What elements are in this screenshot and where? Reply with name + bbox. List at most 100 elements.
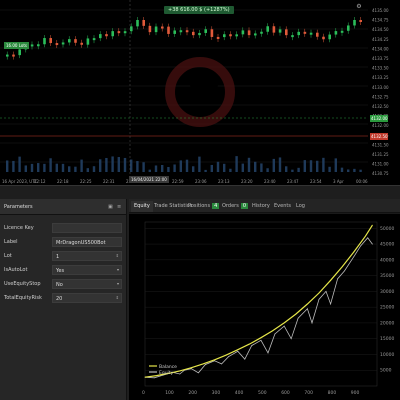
y-tick-label: 25000 (380, 305, 394, 311)
tab-history[interactable]: History (249, 201, 273, 212)
x-tick-label: 600 (281, 390, 290, 396)
data-point-balance (225, 354, 227, 356)
volume-bar (86, 168, 89, 172)
candle (241, 30, 245, 35)
data-point-balance (307, 303, 308, 305)
volume-bar (167, 166, 170, 172)
candle (353, 20, 356, 26)
data-point-equity (290, 338, 292, 340)
tab-log[interactable]: Log (293, 201, 308, 212)
price-chart-canvas[interactable]: 4135.00 4134.75 4134.50 4134.25 4134.00 4133.… (0, 0, 400, 186)
candle (130, 26, 133, 32)
candle (223, 34, 226, 38)
candle (235, 34, 238, 37)
candle (334, 31, 338, 35)
data-point-equity (283, 325, 285, 327)
tab-orders[interactable]: Orders 0 (219, 201, 251, 212)
volume-bar (30, 163, 34, 172)
price-tick-label: 4133.75 (372, 56, 389, 61)
volume-bar (123, 157, 127, 172)
x-tick-label: 200 (188, 390, 197, 396)
candle (229, 34, 232, 37)
price-tick-label: 4131.00 (372, 162, 389, 167)
param-value-field[interactable]: 1 ⇕ (52, 251, 122, 261)
candle (148, 25, 152, 33)
data-point-equity (244, 358, 246, 360)
current-price-label: 4132.00 (370, 115, 388, 122)
param-value-field[interactable]: MrDragonUS500Bot (52, 237, 122, 247)
data-point-balance (179, 370, 181, 372)
volume-bar (247, 157, 251, 172)
candle (136, 20, 139, 27)
param-value: MrDragonUS500Bot (56, 240, 106, 246)
data-point-balance (330, 279, 331, 281)
results-tabs: Equity Trade Statistics Positions 4 Orders 0 H… (129, 199, 400, 213)
data-point-balance (249, 343, 250, 345)
volume-bar (12, 160, 15, 172)
candle (297, 31, 300, 36)
candle (37, 44, 40, 47)
candle (185, 30, 189, 33)
volume-bar (105, 157, 108, 172)
save-icon[interactable]: ▣ (108, 204, 114, 210)
tab-label: Events (274, 203, 291, 209)
volume-bar (74, 166, 77, 172)
candle (161, 26, 164, 29)
candle (111, 31, 114, 37)
volume-bar (198, 156, 201, 172)
candle (210, 29, 214, 37)
param-value-field[interactable] (52, 223, 122, 233)
legend-label: Balance (159, 364, 177, 370)
dropdown-arrow-icon[interactable]: ▾ (117, 267, 119, 272)
candle (266, 26, 269, 32)
candle (291, 35, 294, 38)
data-point-balance (202, 363, 204, 365)
tab-equity[interactable]: Equity (131, 201, 153, 212)
candle (30, 44, 34, 47)
tab-positions[interactable]: Positions 4 (185, 201, 222, 212)
data-point-equity (353, 256, 355, 258)
price-tick-label: 4135.00 (372, 8, 389, 13)
y-tick-label: 50000 (380, 226, 394, 232)
parameters-panel: Parameters ▣ ≡ Licence Key Label MrDragonU… (0, 199, 127, 400)
candle (359, 20, 362, 22)
lot-badge: 16.00 Lots (4, 42, 29, 49)
price-chart[interactable]: 4135.00 4134.75 4134.50 4134.25 4134.00 4133.… (0, 0, 400, 186)
param-value: 20 (56, 296, 63, 302)
menu-icon[interactable]: ≡ (117, 204, 123, 210)
settings-icon[interactable]: ⚙ (356, 4, 362, 10)
param-value-field[interactable]: No ▾ (52, 279, 122, 289)
candle (92, 38, 96, 41)
volume-bar (154, 165, 158, 172)
param-value-field[interactable]: Yes ▾ (52, 265, 122, 275)
dropdown-arrow-icon[interactable]: ▾ (117, 281, 119, 286)
volume-bar (291, 169, 294, 172)
volume-bar (55, 163, 58, 172)
volume-bar (266, 168, 269, 172)
data-point-equity (197, 372, 199, 374)
stepper-icon[interactable]: ⇕ (116, 253, 119, 258)
price-tick-label: 4132.00 (372, 123, 389, 128)
data-point-balance (214, 359, 215, 361)
volume-bar (117, 157, 120, 172)
volume-bar (49, 158, 52, 172)
x-tick-label: 800 (328, 390, 337, 396)
param-value-field[interactable]: 20 ⇕ (52, 293, 122, 303)
x-tick-label: 300 (212, 390, 221, 396)
stepper-icon[interactable]: ⇕ (116, 295, 119, 300)
volume-bar (161, 164, 164, 172)
param-value: 1 (56, 254, 60, 260)
parameters-title: Parameters (4, 204, 33, 210)
volume-bar (241, 163, 244, 172)
tab-events[interactable]: Events (271, 201, 294, 212)
volume-bar (303, 160, 306, 172)
candle (309, 32, 313, 35)
candle (204, 29, 207, 33)
volume-bar (130, 159, 133, 172)
price-tick-label: 4134.75 (372, 18, 389, 23)
y-tick-label: 30000 (380, 289, 394, 295)
param-value: Yes (56, 268, 65, 274)
candle (18, 49, 21, 56)
candle (198, 32, 201, 36)
param-label: Lot (4, 253, 12, 259)
